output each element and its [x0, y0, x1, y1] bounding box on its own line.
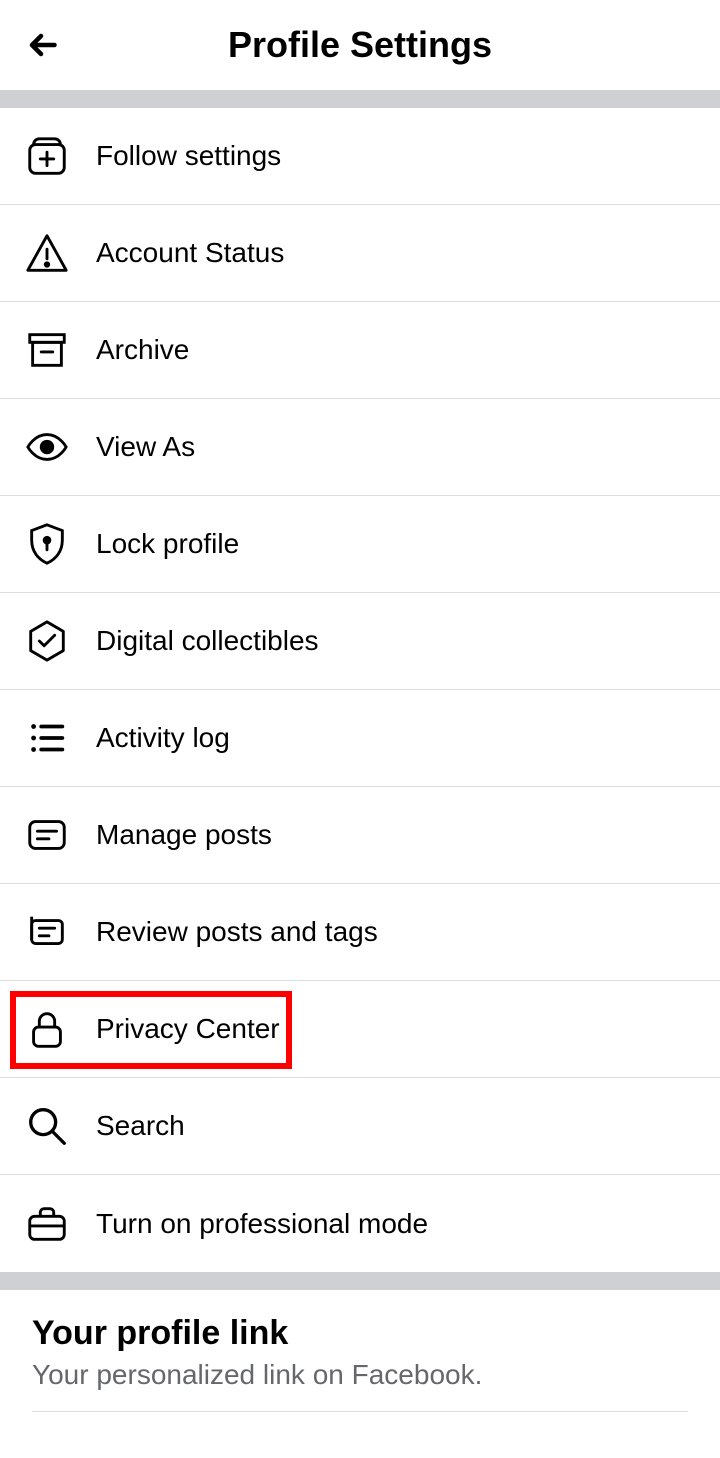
menu-item-review-posts-tags[interactable]: Review posts and tags: [0, 884, 720, 981]
menu-item-manage-posts[interactable]: Manage posts: [0, 787, 720, 884]
menu-item-label: Archive: [96, 334, 189, 366]
eye-icon: [24, 424, 70, 470]
menu-item-archive[interactable]: Archive: [0, 302, 720, 399]
hexagon-check-icon: [24, 618, 70, 664]
shield-lock-icon: [24, 521, 70, 567]
menu-item-label: Account Status: [96, 237, 284, 269]
menu-item-search[interactable]: Search: [0, 1078, 720, 1175]
menu-item-privacy-center[interactable]: Privacy Center: [0, 981, 720, 1078]
menu-item-label: Lock profile: [96, 528, 239, 560]
briefcase-icon: [24, 1201, 70, 1247]
manage-posts-icon: [24, 812, 70, 858]
review-tags-icon: [24, 909, 70, 955]
menu-item-label: View As: [96, 431, 195, 463]
menu-item-label: Manage posts: [96, 819, 272, 851]
follow-settings-icon: [24, 133, 70, 179]
menu-item-professional-mode[interactable]: Turn on professional mode: [0, 1175, 720, 1272]
menu-item-label: Review posts and tags: [96, 916, 378, 948]
menu-item-label: Activity log: [96, 722, 230, 754]
archive-box-icon: [24, 327, 70, 373]
menu-item-label: Follow settings: [96, 140, 281, 172]
section-divider-thin: [32, 1411, 688, 1412]
menu-item-lock-profile[interactable]: Lock profile: [0, 496, 720, 593]
menu-item-view-as[interactable]: View As: [0, 399, 720, 496]
activity-list-icon: [24, 715, 70, 761]
lock-icon: [24, 1006, 70, 1052]
section-title: Your profile link: [32, 1314, 688, 1353]
menu-item-label: Digital collectibles: [96, 625, 319, 657]
warning-triangle-icon: [24, 230, 70, 276]
section-divider: [0, 90, 720, 108]
search-icon: [24, 1103, 70, 1149]
menu-item-label: Search: [96, 1110, 185, 1142]
settings-menu: Follow settings Account Status Archive: [0, 108, 720, 1272]
header: Profile Settings: [0, 0, 720, 90]
menu-item-label: Privacy Center: [96, 1013, 280, 1045]
page-title: Profile Settings: [24, 24, 696, 66]
profile-link-section: Your profile link Your personalized link…: [0, 1290, 720, 1422]
menu-item-follow-settings[interactable]: Follow settings: [0, 108, 720, 205]
menu-item-digital-collectibles[interactable]: Digital collectibles: [0, 593, 720, 690]
menu-item-label: Turn on professional mode: [96, 1208, 428, 1240]
section-subtitle: Your personalized link on Facebook.: [32, 1359, 688, 1391]
menu-item-account-status[interactable]: Account Status: [0, 205, 720, 302]
section-divider: [0, 1272, 720, 1290]
menu-item-activity-log[interactable]: Activity log: [0, 690, 720, 787]
